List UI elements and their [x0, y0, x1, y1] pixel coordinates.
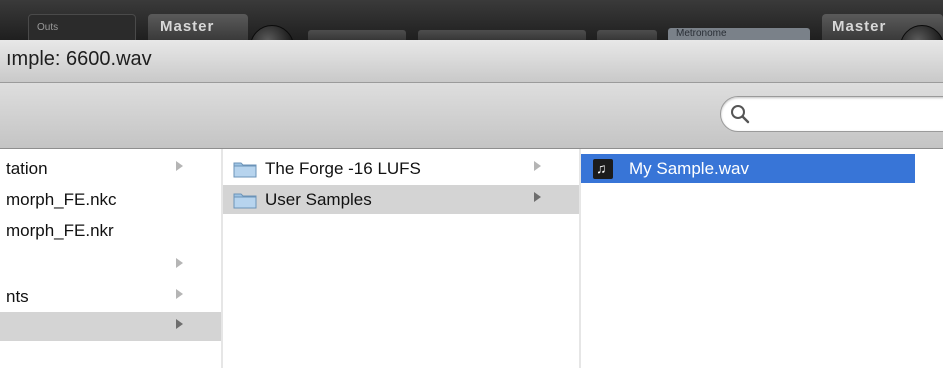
browser-column-1: tation morph_FE.nkc morph_FE.nkr nts: [0, 149, 222, 368]
display-1: [308, 30, 406, 40]
metronome-box: Metronome: [668, 28, 810, 40]
disclosure-arrow-icon: [176, 289, 183, 299]
folder-item[interactable]: The Forge -16 LUFS: [223, 154, 579, 183]
folder-label: User Samples: [265, 190, 372, 209]
list-item[interactable]: [0, 251, 221, 280]
search-field[interactable]: [720, 96, 943, 132]
list-item-label: tation: [6, 159, 48, 178]
display-3: [597, 30, 657, 40]
folder-icon: [233, 193, 257, 209]
folder-label: The Forge -16 LUFS: [265, 159, 421, 178]
background-app-strip: Outs Master Metronome Master: [0, 0, 943, 40]
folder-icon: [233, 162, 257, 178]
search-icon: [731, 105, 750, 124]
disclosure-arrow-icon: [534, 192, 541, 202]
disclosure-arrow-icon: [176, 161, 183, 171]
master-label-2: Master: [832, 18, 887, 35]
list-item-selected[interactable]: [0, 312, 221, 341]
list-item[interactable]: nts: [0, 282, 221, 311]
dialog-toolbar: [0, 83, 943, 149]
list-item[interactable]: morph_FE.nkr: [0, 216, 221, 245]
disclosure-arrow-icon: [176, 258, 183, 268]
dialog-title: ımple: 6600.wav: [6, 48, 152, 70]
column-browser: tation morph_FE.nkc morph_FE.nkr nts The…: [0, 149, 943, 368]
master-label-1: Master: [160, 18, 215, 35]
list-item-label: morph_FE.nkc: [6, 190, 117, 209]
master-knob-1: [250, 25, 294, 40]
dialog-titlebar: ımple: 6600.wav: [0, 40, 943, 83]
outs-tab-label: Outs: [37, 22, 59, 33]
folder-item-selected[interactable]: User Samples: [223, 185, 579, 214]
browser-column-3: ♫ My Sample.wav: [581, 149, 943, 368]
list-item-label: morph_FE.nkr: [6, 221, 114, 240]
display-2: [418, 30, 586, 40]
list-item[interactable]: morph_FE.nkc: [0, 185, 221, 214]
audio-file-icon: ♫: [593, 159, 613, 179]
list-item-label: nts: [6, 287, 29, 306]
metronome-label: Metronome: [676, 28, 727, 39]
outs-tab: Outs: [28, 14, 136, 40]
disclosure-arrow-icon: [534, 161, 541, 171]
browser-column-2: The Forge -16 LUFS User Samples: [223, 149, 580, 368]
file-item-selected[interactable]: ♫ My Sample.wav: [581, 154, 915, 183]
list-item[interactable]: tation: [0, 154, 221, 183]
disclosure-arrow-icon: [176, 319, 183, 329]
file-label: My Sample.wav: [629, 159, 749, 178]
search-input[interactable]: [755, 102, 943, 126]
